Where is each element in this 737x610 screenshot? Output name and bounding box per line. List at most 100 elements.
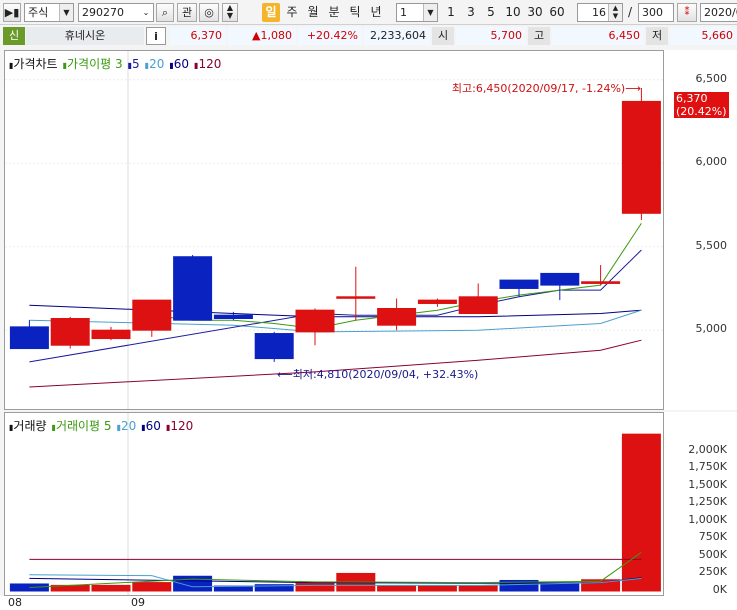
legend-item[interactable]: ▮120 [194,57,221,71]
chart-window: ▶▮ 주식 ▼ 290270 ⌄ ⌕ 관 ◎ ▲ ▼ 일주월분틱년 1 ▼ 135… [0,0,737,610]
low-annotation: ⟵최저:4,810(2020/09/04, +32.43%) [277,368,478,381]
date-axis: 08 09 [0,596,737,610]
volume-bar [458,585,498,592]
chevron-down-icon: ⌄ [139,4,153,21]
price-tick-label: 5,000 [695,322,728,336]
interval-button[interactable]: 10 [503,3,523,22]
interval-button[interactable]: 1 [443,3,459,22]
volume-bar [621,433,661,592]
candle-body [581,281,621,284]
candle-body [458,296,498,315]
stock-code-input[interactable]: 290270 ⌄ [78,3,154,22]
high-label: 고 [528,27,550,45]
volume-legend: ▮거래량 ▮거래이평 5 ▮20 ▮60 ▮120 [9,417,198,434]
candle-body [50,318,90,346]
stock-name[interactable]: 휴네시온 [26,27,144,45]
legend-item[interactable]: ▮거래이평 5 [52,419,112,433]
legend-label: 거래이평 5 [55,419,112,433]
volume-axis: 2,000K 1,750K 1,500K 1,250K 1,000K 750K 500K 25… [664,412,737,596]
volume-tick-label: 2,000K [688,442,727,456]
low-label: 저 [646,27,668,45]
legend-item[interactable]: ▮5 [128,57,140,71]
open-label: 시 [432,27,454,45]
ma5-line [29,249,642,363]
price-tick-label: 6,000 [695,155,728,169]
legend-item[interactable]: ▮거래량 [9,419,47,433]
last-price-label: 6,370 [676,92,708,105]
market-select[interactable]: 주식 ▼ [24,3,74,22]
period-tab[interactable]: 틱 [346,3,364,22]
legend-item[interactable]: ▮60 [141,419,161,433]
price-chart-panel[interactable]: 최고:6,450(2020/09/17, -1.24%)⟶ ⟵최저:4,810(2… [4,50,664,410]
interval-button[interactable]: 30 [525,3,545,22]
volume-bar [377,585,417,592]
price-legend: ▮가격차트 ▮가격이평 3 ▮5 ▮20 ▮60 ▮120 [9,55,226,72]
count-separator: / [627,5,633,19]
period-tab[interactable]: 년 [367,3,385,22]
date-input[interactable]: 2020/0 [700,3,737,22]
spin-updown-icon[interactable]: ▲ ▼ [222,3,238,22]
chevron-down-icon: ▼ [59,4,73,21]
legend-label: 5 [132,57,140,71]
price-change: ▲1,080 [228,27,296,45]
grid-settings-icon[interactable]: ⁑ [677,3,697,22]
watch-button[interactable]: 관 [177,3,197,22]
stock-code-value: 290270 [82,6,124,19]
interval-select[interactable]: 1 ▼ [396,3,438,22]
legend-label: 120 [170,419,194,433]
legend-label: 20 [120,419,137,433]
candle-body [91,329,131,340]
high-annotation: 최고:6,450(2020/09/17, -1.24%)⟶ [452,82,641,95]
vol-ma5-line [29,551,642,588]
legend-label: 20 [149,57,165,71]
interval-button[interactable]: 3 [463,3,479,22]
volume-value: 2,233,604 [364,27,430,45]
legend-label: 가격차트 [13,57,58,71]
legend-label: 120 [198,57,222,71]
legend-item[interactable]: ▮120 [166,419,193,433]
candle-body [621,100,661,214]
legend-item[interactable]: ▮20 [145,57,165,71]
volume-tick-label: 1,750K [688,460,727,474]
open-value: 5,700 [456,27,526,45]
period-tab[interactable]: 주 [283,3,301,22]
candle-body [377,307,417,326]
search-icon[interactable]: ⌕ [156,3,174,22]
legend-item[interactable]: ▮60 [169,57,189,71]
period-tab[interactable]: 분 [325,3,343,22]
expand-menu-icon[interactable]: ▶▮ [3,3,21,22]
legend-item[interactable]: ▮가격차트 [9,57,58,71]
period-tab[interactable]: 일 [262,3,280,22]
volume-bar [132,582,172,592]
volume-bar [295,582,335,592]
count-value: 16 [592,6,606,19]
ma60-line [29,304,642,318]
total-input[interactable]: 300 [638,3,674,22]
price-tick-label: 5,500 [695,238,728,252]
volume-bar [417,585,457,592]
count-input[interactable]: 16 ▲ ▼ [577,3,623,22]
interval-button[interactable]: 5 [483,3,499,22]
volume-tick-label: 1,500K [688,477,727,491]
info-button[interactable]: i [146,27,166,45]
period-tab[interactable]: 월 [304,3,322,22]
volume-bar [91,584,131,592]
legend-item[interactable]: ▮가격이평 3 [63,57,123,71]
volume-chart-panel[interactable]: ▮거래량 ▮거래이평 5 ▮20 ▮60 ▮120 [4,412,664,596]
interval-button[interactable]: 60 [547,3,567,22]
volume-tick-label: 1,000K [688,512,727,526]
candle-body [540,272,580,286]
legend-label: 가격이평 3 [66,57,123,71]
last-price-tag: 6,370 (20.42%) [674,92,729,118]
candle-body [9,326,49,350]
refresh-icon[interactable]: ◎ [199,3,219,22]
candle-body [213,314,253,320]
price-change-pct: +20.42% [298,27,362,45]
legend-label: 60 [173,57,190,71]
month-label: 08 [8,596,22,609]
current-price: 6,370 [170,27,226,45]
credit-badge: 신 [3,27,25,45]
volume-tick-label: 750K [698,530,727,544]
candle-body [173,256,213,321]
legend-item[interactable]: ▮20 [117,419,137,433]
